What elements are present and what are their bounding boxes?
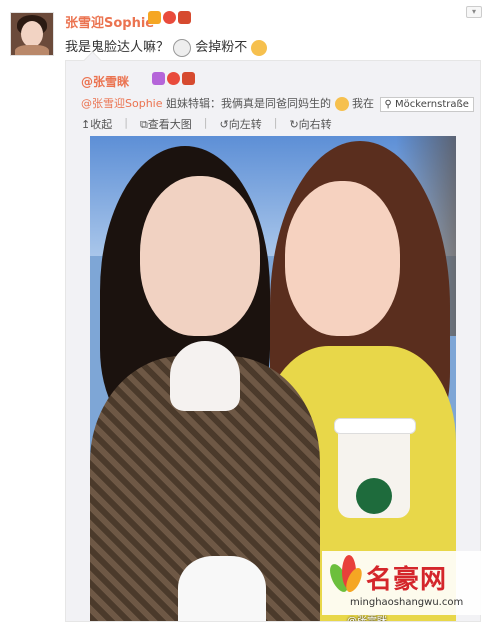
- view-large-icon: ⧉: [139, 118, 148, 131]
- image-toolbar: ↥收起 | ⧉查看大图 | ↺向左转 | ↻向右转: [81, 116, 332, 132]
- flower-logo-icon: [326, 553, 365, 603]
- rotate-left-icon: ↺: [219, 118, 229, 131]
- collapse-icon: ↥: [81, 118, 91, 131]
- site-watermark: 名豪网 minghaoshangwu.com: [322, 551, 496, 615]
- original-user-badges: [152, 72, 195, 85]
- ghost-emoji-icon: [173, 38, 192, 57]
- coffee-cup: [334, 418, 416, 518]
- laugh-emoji-icon: [334, 97, 349, 111]
- mention-link[interactable]: @张雪迎Sophie: [81, 97, 163, 110]
- rotate-right-button[interactable]: ↻向右转: [289, 116, 331, 132]
- ribbon-icon[interactable]: [152, 72, 165, 85]
- post-photo[interactable]: @张雪眯: [90, 136, 456, 621]
- smile-emoji-icon: [251, 39, 268, 56]
- vip-icon[interactable]: [178, 11, 191, 24]
- location-tag[interactable]: ⚲ Möckernstraße: [379, 97, 474, 112]
- vip-icon[interactable]: [182, 72, 195, 85]
- location-pin-icon: ⚲: [384, 99, 396, 110]
- username-link[interactable]: 张雪迎Sophie: [65, 12, 154, 31]
- avatar[interactable]: [10, 12, 54, 56]
- collapse-button[interactable]: ↥收起: [81, 116, 112, 132]
- user-badges: [148, 11, 191, 24]
- more-chevron-button[interactable]: ▾: [466, 6, 482, 18]
- original-post-text: @张雪迎Sophie 姐妹特辑：我俩真是同爸同妈生的 我在 ⚲ Möckerns…: [81, 95, 474, 112]
- rotate-left-button[interactable]: ↺向左转: [220, 116, 262, 132]
- repost-card: @张雪眯 @张雪迎Sophie 姐妹特辑：我俩真是同爸同妈生的 我在 ⚲ Möc…: [65, 51, 481, 622]
- verified-v-icon[interactable]: [148, 11, 161, 24]
- view-large-button[interactable]: ⧉查看大图: [140, 116, 192, 132]
- member-crown-icon[interactable]: [167, 72, 180, 85]
- original-username-link[interactable]: @张雪眯: [81, 73, 129, 90]
- rotate-right-icon: ↻: [289, 118, 299, 131]
- coffee-cup: [178, 556, 266, 621]
- member-crown-icon[interactable]: [163, 11, 176, 24]
